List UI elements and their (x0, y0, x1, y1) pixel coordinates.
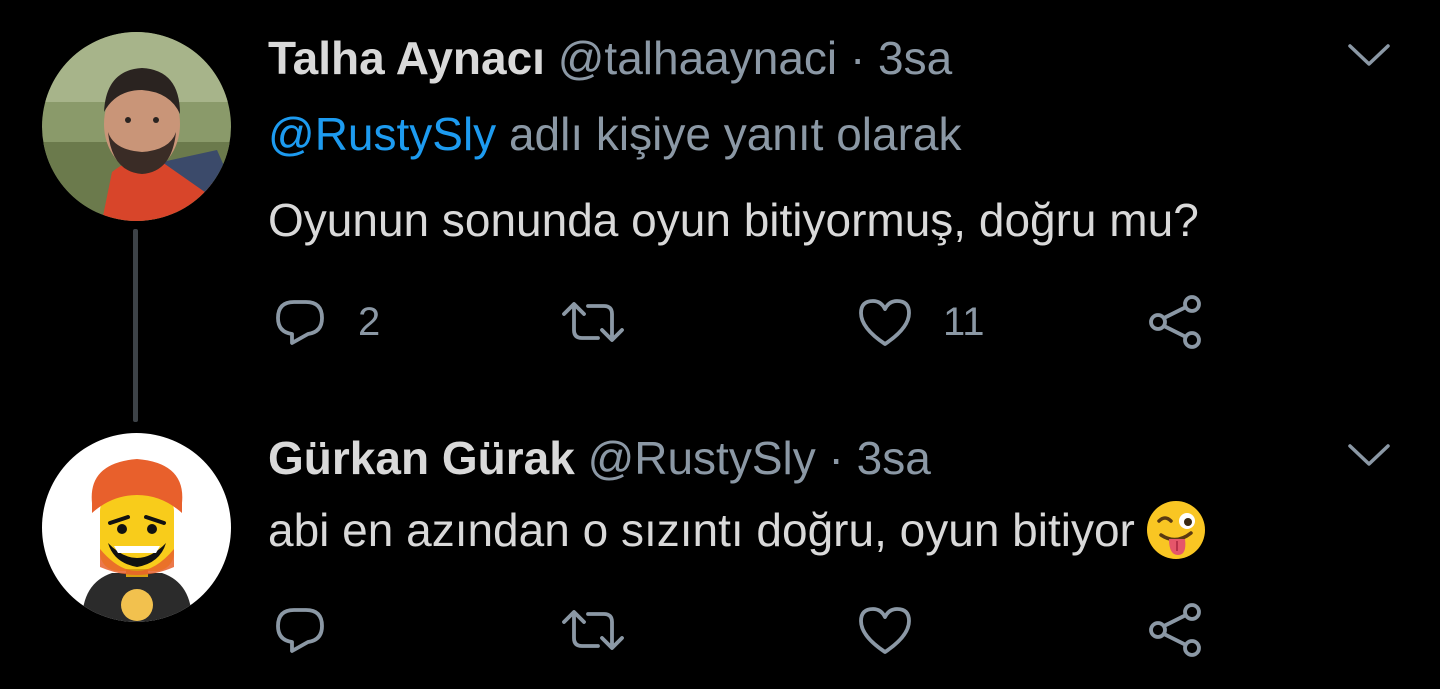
retweet-button[interactable] (560, 600, 626, 660)
avatar[interactable] (42, 433, 231, 622)
separator: · (828, 432, 844, 484)
heart-icon (859, 299, 911, 346)
chevron-down-icon (1348, 44, 1390, 66)
person-photo-avatar (42, 32, 231, 221)
tweet-talha[interactable]: Talha Aynacı @talhaaynaci · 3sa @RustySl… (0, 0, 1440, 422)
reply-context-label: adlı kişiye yanıt olarak (508, 108, 962, 160)
user-handle[interactable]: @RustySly (588, 432, 816, 484)
share-button[interactable] (1146, 600, 1204, 660)
retweet-button[interactable] (560, 292, 626, 352)
action-bar (0, 600, 1440, 660)
avatar[interactable] (42, 32, 231, 221)
reply-context: @RustySly adlı kişiye yanıt olarak (268, 106, 962, 162)
reply-count: 2 (358, 300, 381, 344)
tweet-text: abi en azından o sızıntı doğru, oyun bit… (268, 504, 1135, 556)
winking-face-with-tongue-emoji (1145, 499, 1207, 561)
display-name[interactable]: Talha Aynacı (268, 32, 545, 84)
like-button[interactable]: 11 (857, 292, 985, 352)
like-button[interactable] (857, 600, 913, 660)
timestamp[interactable]: 3sa (878, 32, 952, 84)
share-icon (1149, 603, 1201, 657)
user-handle[interactable]: @talhaaynaci (558, 32, 837, 84)
lego-figure-avatar (42, 433, 231, 622)
chevron-down-icon (1348, 444, 1390, 466)
more-options-button[interactable] (1346, 440, 1392, 470)
action-bar: 2 11 (0, 292, 1440, 352)
reply-icon (276, 608, 324, 653)
tweet-gurkan[interactable]: Gürkan Gürak @RustySly · 3sa abi en azın… (0, 420, 1440, 689)
retweet-icon (562, 302, 624, 342)
mention-link[interactable]: @RustySly (268, 108, 496, 160)
share-icon (1149, 295, 1201, 349)
timestamp[interactable]: 3sa (857, 432, 931, 484)
heart-icon (859, 607, 911, 654)
share-button[interactable] (1146, 292, 1204, 352)
display-name[interactable]: Gürkan Gürak (268, 432, 575, 484)
reply-button[interactable]: 2 (272, 292, 380, 352)
tweet-text-container: abi en azından o sızıntı doğru, oyun bit… (268, 499, 1207, 565)
reply-button[interactable] (272, 600, 328, 660)
tweet-header: Gürkan Gürak @RustySly · 3sa (268, 430, 931, 486)
more-options-button[interactable] (1346, 40, 1392, 70)
reply-icon (276, 300, 324, 345)
tweet-text: Oyunun sonunda oyun bitiyormuş, doğru mu… (268, 194, 1199, 246)
like-count: 11 (943, 300, 985, 344)
retweet-icon (562, 610, 624, 650)
tweet-header: Talha Aynacı @talhaaynaci · 3sa (268, 30, 952, 86)
separator: · (849, 32, 866, 84)
